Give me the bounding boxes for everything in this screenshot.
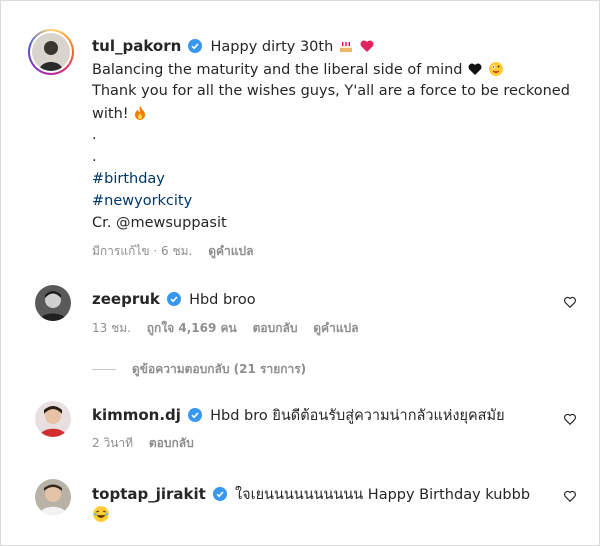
caption-line: with! — [92, 105, 147, 125]
commenter-avatar[interactable] — [35, 479, 71, 515]
laughing-face-icon — [92, 505, 110, 527]
caption-credit: Cr. @mewsuppasit — [92, 215, 227, 231]
red-heart-icon — [359, 38, 375, 58]
hashtag-link[interactable]: #birthday — [92, 171, 165, 187]
reply-button[interactable]: ตอบกลับ — [149, 436, 194, 450]
caption-line: Thank you for all the wishes guys, Y'all… — [92, 83, 570, 99]
comment-meta: 2 วินาที ตอบกลับ — [92, 434, 206, 453]
view-replies-button[interactable]: ดูข้อความตอบกลับ (21 รายการ) — [92, 360, 306, 379]
zany-face-icon — [488, 61, 504, 81]
caption-first-line: Happy dirty 30th — [210, 39, 334, 55]
like-heart-icon[interactable] — [563, 489, 577, 503]
caption-line: . — [92, 149, 97, 165]
comment-likes-count[interactable]: ถูกใจ 4,169 คน — [147, 321, 237, 335]
replies-divider — [92, 369, 116, 370]
comment-body: zeepruk Hbd broo — [92, 289, 256, 310]
comment-body: kimmon.dj Hbd bro ยินดีต้อนรับสู่ความน่า… — [92, 404, 505, 427]
reply-button[interactable]: ตอบกลับ — [253, 321, 298, 335]
hashtag-link[interactable]: #newyorkcity — [92, 193, 192, 209]
comment-text: Hbd bro ยินดีต้อนรับสู่ความน่ากลัวแห่งยุ… — [210, 408, 505, 424]
post-caption-header: tul_pakorn Happy dirty 30th — [92, 36, 375, 58]
comment-text: Hbd broo — [189, 292, 256, 308]
post-meta: มีการแก้ไข · 6 ชม. ดูคำแปล — [92, 242, 265, 261]
see-translation-button[interactable]: ดูคำแปล — [208, 244, 253, 258]
commenter-avatar[interactable] — [35, 401, 71, 437]
comment-text: ใจเยนนนนนนนนนน Happy Birthday kubbb — [235, 487, 531, 503]
post-author-avatar[interactable] — [28, 29, 74, 75]
comment-time: 13 ชม. — [92, 321, 131, 335]
see-translation-button[interactable]: ดูคำแปล — [313, 321, 358, 335]
post-edited-time: มีการแก้ไข · 6 ชม. — [92, 244, 193, 258]
like-heart-icon[interactable] — [563, 412, 577, 426]
verified-badge-icon — [212, 486, 227, 505]
birthday-cake-icon — [338, 38, 354, 58]
post-author-username[interactable]: tul_pakorn — [92, 37, 181, 55]
verified-badge-icon — [188, 407, 203, 426]
commenter-avatar[interactable] — [35, 285, 71, 321]
comment-body: toptap_jirakit ใจเยนนนนนนนนนน Happy Birt… — [92, 483, 530, 506]
black-heart-icon — [467, 61, 483, 81]
caption-line: . — [92, 127, 97, 143]
comment-meta: 13 ชม. ถูกใจ 4,169 คน ตอบกลับ ดูคำแปล — [92, 319, 371, 338]
commenter-username[interactable]: zeepruk — [92, 290, 160, 308]
caption-line: Balancing the maturity and the liberal s… — [92, 61, 504, 81]
commenter-username[interactable]: toptap_jirakit — [92, 485, 206, 503]
commenter-username[interactable]: kimmon.dj — [92, 406, 181, 424]
comment-time: 2 วินาที — [92, 436, 134, 450]
comments-panel: tul_pakorn Happy dirty 30th Balancing th… — [0, 0, 600, 546]
like-heart-icon[interactable] — [563, 295, 577, 309]
fire-icon — [133, 105, 147, 125]
verified-badge-icon — [188, 38, 203, 57]
verified-badge-icon — [166, 291, 181, 310]
